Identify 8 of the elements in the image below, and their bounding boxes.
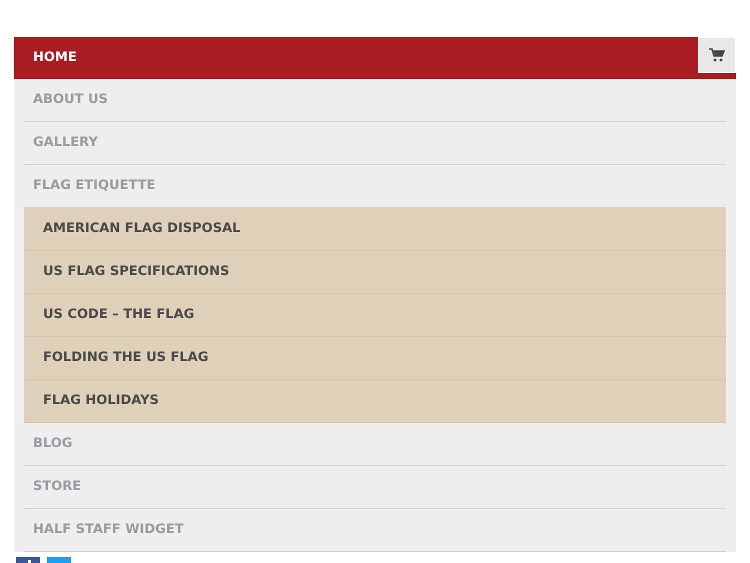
submenu-item[interactable]: US FLAG SPECIFICATIONS	[24, 251, 726, 294]
submenu-item[interactable]: FLAG HOLIDAYS	[24, 380, 726, 423]
menu-item[interactable]: HOME	[14, 37, 736, 79]
submenu-item[interactable]: AMERICAN FLAG DISPOSAL	[24, 208, 726, 251]
submenu-item[interactable]: US CODE – THE FLAG	[24, 294, 726, 337]
cart-button[interactable]	[698, 37, 736, 73]
cart-icon	[709, 48, 725, 62]
submenu-item[interactable]: FOLDING THE US FLAG	[24, 337, 726, 380]
